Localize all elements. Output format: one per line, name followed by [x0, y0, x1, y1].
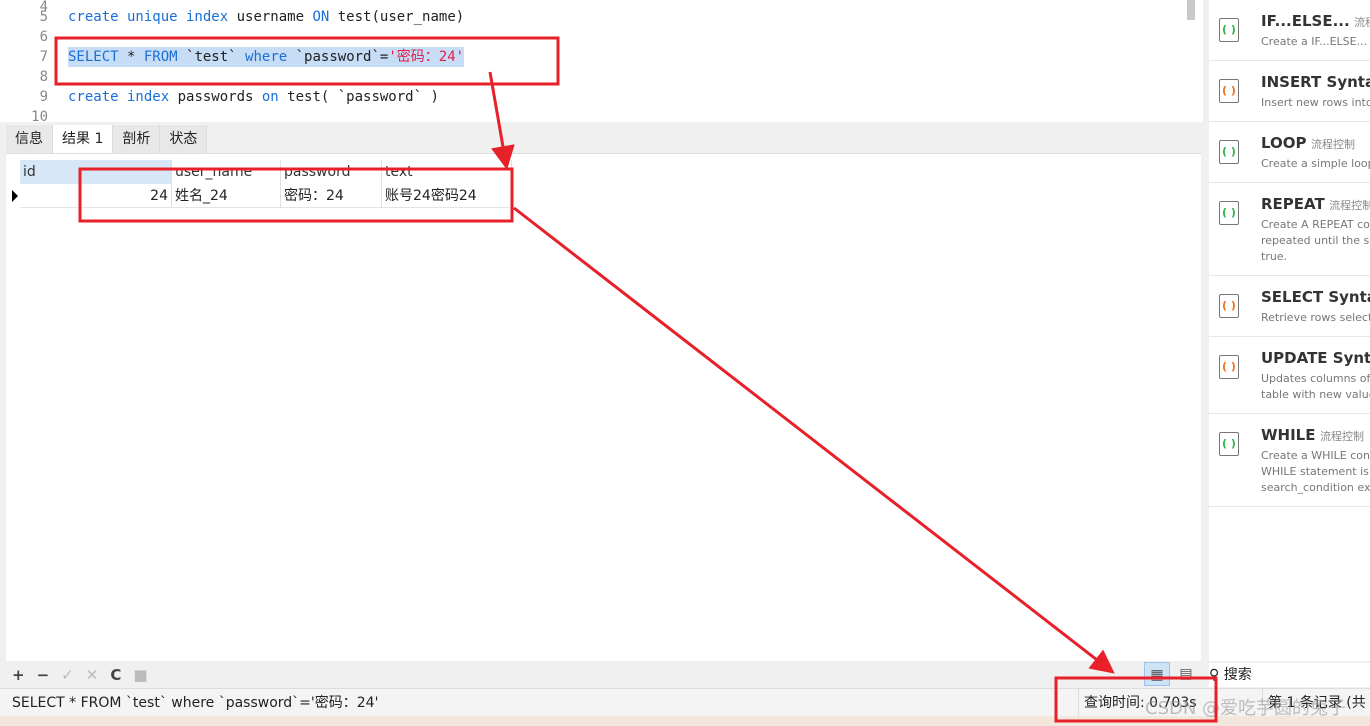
tab-status[interactable]: 状态 — [160, 125, 208, 153]
stop-button[interactable]: ■ — [133, 666, 147, 684]
syntax-icon: ( ) — [1219, 355, 1239, 379]
cell-password[interactable]: 密码：24 — [281, 184, 382, 207]
code-text: SELECT * FROM `test` where `password`='密… — [68, 47, 465, 67]
column-header-id[interactable]: id — [20, 160, 172, 184]
snippet-item[interactable]: ( )SELECT Syntax Retrieve rows selecte — [1209, 276, 1370, 337]
column-header-user-name[interactable]: user_name — [172, 160, 281, 184]
tab-info[interactable]: 信息 — [6, 125, 53, 153]
status-sql: SELECT * FROM `test` where `password`='密… — [12, 695, 379, 711]
column-header-text[interactable]: text — [382, 160, 512, 184]
delete-row-button[interactable]: − — [37, 666, 50, 684]
snippet-panel: ( )IF...ELSE... 流程控制Create a IF...ELSE..… — [1203, 0, 1370, 661]
cell-text[interactable]: 账号24密码24 — [382, 184, 512, 207]
flow-icon: ( ) — [1219, 432, 1239, 456]
result-grid: id user_name password text 24 姓名_24 密码：2… — [6, 153, 1201, 661]
snippet-item[interactable]: ( ) UPDATE Synta Updates columns of table… — [1209, 337, 1370, 414]
snippet-item[interactable]: ( ) LOOP 流程控制 Create a simple loop — [1209, 122, 1370, 183]
result-tabs: 信息 结果 1 剖析 状态 — [6, 125, 208, 153]
cancel-button[interactable]: ✕ — [86, 666, 99, 684]
flow-icon: ( ) — [1219, 140, 1239, 164]
snippet-search-input[interactable]: ⚲ 搜索 — [1209, 663, 1370, 687]
snippet-item[interactable]: ( )INSERT Syntax Insert new rows into — [1209, 61, 1370, 122]
code-text: create unique index username ON test(use… — [68, 9, 465, 25]
search-icon: ⚲ — [1209, 667, 1220, 683]
row-pointer-icon — [12, 190, 18, 202]
table-row[interactable]: 24 姓名_24 密码：24 账号24密码24 — [20, 184, 512, 208]
cell-user-name[interactable]: 姓名_24 — [172, 184, 281, 207]
refresh-button[interactable]: C — [110, 666, 121, 684]
grid-header: id user_name password text — [20, 160, 512, 184]
syntax-icon: ( ) — [1219, 294, 1239, 318]
code-text: create index passwords on test( `passwor… — [68, 89, 439, 105]
tab-result-1[interactable]: 结果 1 — [53, 125, 114, 153]
form-view-icon[interactable]: ▤ — [1173, 662, 1199, 686]
flow-icon: ( ) — [1219, 18, 1239, 42]
watermark: CSDN @爱吃芋圆的兔子 — [1145, 698, 1347, 719]
column-header-password[interactable]: password — [281, 160, 382, 184]
snippet-item[interactable]: ( )IF...ELSE... 流程控制Create a IF...ELSE..… — [1209, 0, 1370, 61]
editor-scrollbar[interactable] — [1187, 0, 1195, 20]
cell-id[interactable]: 24 — [20, 184, 172, 207]
grid-toolbar: + − ✓ ✕ C ■ — [0, 661, 1203, 688]
flow-icon: ( ) — [1219, 201, 1239, 225]
tab-profile[interactable]: 剖析 — [113, 125, 161, 153]
snippet-item[interactable]: ( )REPEAT 流程控制Create A REPEAT con repeat… — [1209, 183, 1370, 276]
add-row-button[interactable]: + — [12, 666, 25, 684]
syntax-icon: ( ) — [1219, 79, 1239, 103]
apply-button[interactable]: ✓ — [61, 666, 74, 684]
sql-editor[interactable]: 4 5 create unique index username ON test(… — [0, 0, 1203, 122]
grid-view-icon[interactable]: ▦ — [1144, 662, 1170, 686]
snippet-item[interactable]: ( )WHILE 流程控制Create a WHILE const a WHIL… — [1209, 414, 1370, 507]
